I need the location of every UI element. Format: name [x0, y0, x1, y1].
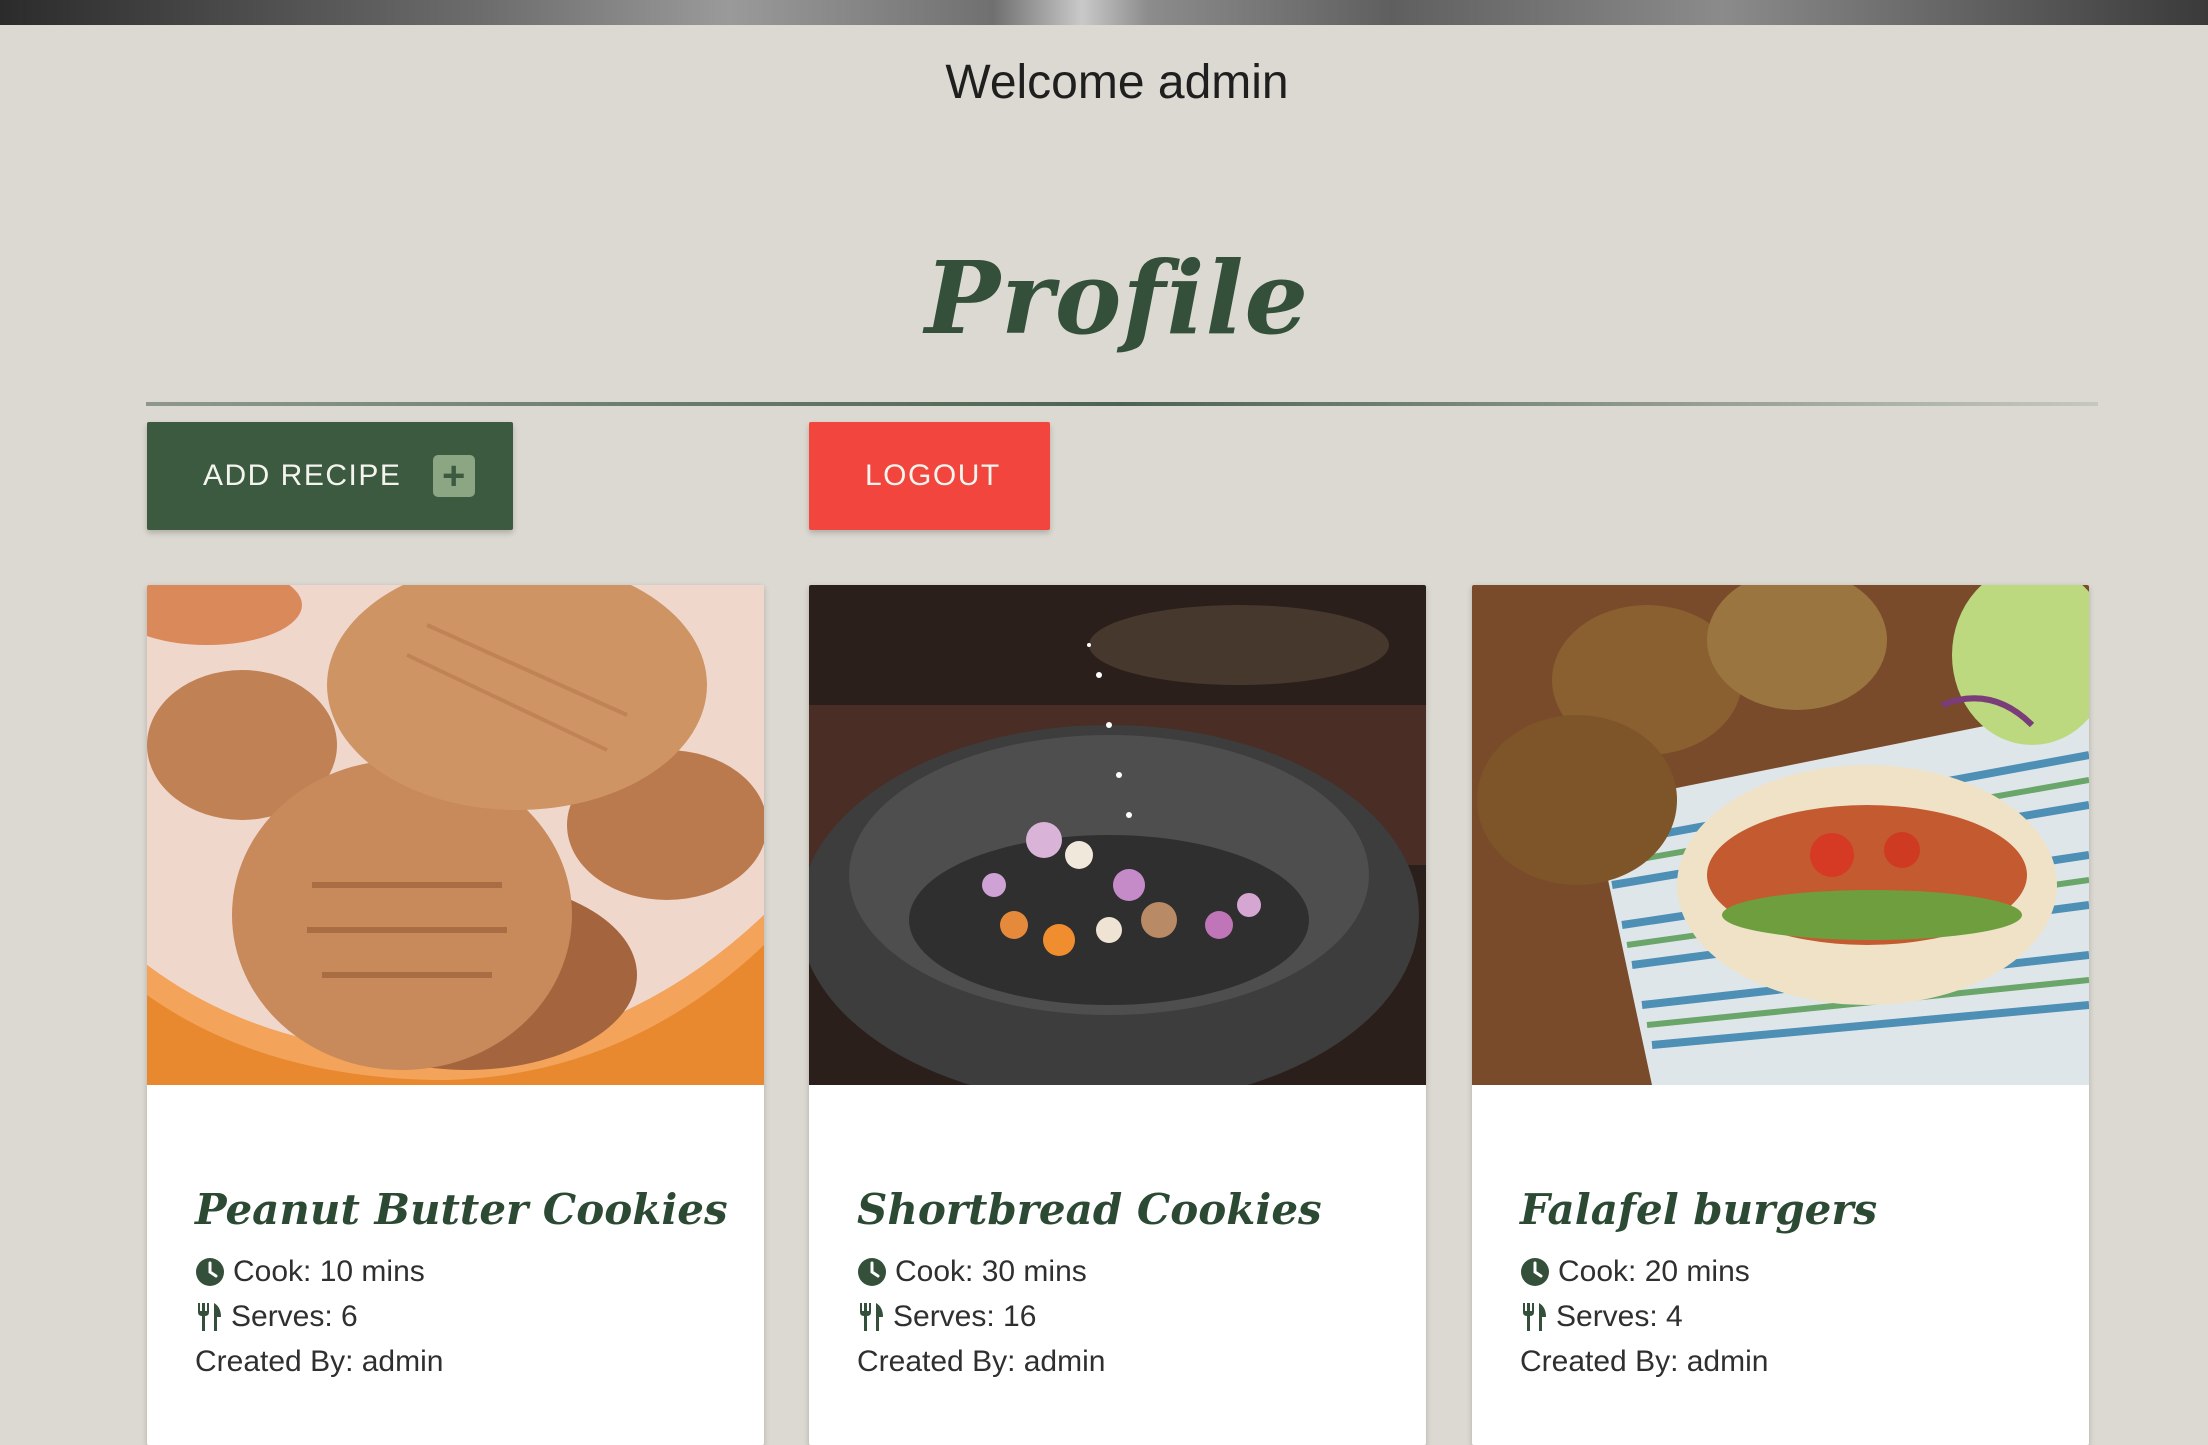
welcome-message: Welcome admin	[945, 56, 1289, 109]
logout-button[interactable]: LOGOUT	[809, 422, 1050, 530]
page-title: Profile	[924, 239, 1310, 357]
clock-icon	[858, 1257, 886, 1286]
clock-icon	[196, 1257, 224, 1286]
add-recipe-button[interactable]: ADD RECIPE +	[147, 422, 513, 530]
cook-time-text: Cook: 10 mins	[233, 1255, 425, 1289]
clock-icon	[1521, 1257, 1549, 1286]
recipe-image[interactable]	[1472, 585, 2089, 1085]
servings-text: Serves: 4	[1556, 1300, 1683, 1334]
servings: Serves: 16	[857, 1294, 1406, 1339]
cook-time: Cook: 10 mins	[195, 1249, 744, 1294]
logout-label: LOGOUT	[865, 459, 1001, 492]
recipe-title[interactable]: Falafel burgers	[1520, 1185, 2069, 1235]
recipe-title[interactable]: Peanut Butter Cookies	[195, 1185, 744, 1235]
cook-time: Cook: 20 mins	[1520, 1249, 2069, 1294]
recipe-card[interactable]: Shortbread Cookies Cook: 30 mins Serves:…	[809, 585, 1426, 1445]
header-banner-image	[0, 0, 2208, 25]
plus-icon: +	[433, 455, 476, 497]
recipe-card[interactable]: Peanut Butter Cookies Cook: 10 mins Serv…	[147, 585, 764, 1445]
created-by: Created By: admin	[195, 1345, 444, 1379]
add-recipe-label: ADD RECIPE	[203, 459, 402, 492]
utensils-icon	[1523, 1302, 1546, 1331]
created-by: Created By: admin	[857, 1345, 1106, 1379]
servings: Serves: 4	[1520, 1294, 2069, 1339]
recipe-image[interactable]	[147, 585, 764, 1085]
servings: Serves: 6	[195, 1294, 744, 1339]
cook-time: Cook: 30 mins	[857, 1249, 1406, 1294]
recipe-card[interactable]: Falafel burgers Cook: 20 mins Serves: 4 …	[1472, 585, 2089, 1445]
utensils-icon	[860, 1302, 883, 1331]
cook-time-text: Cook: 20 mins	[1558, 1255, 1750, 1289]
created-by: Created By: admin	[1520, 1345, 1769, 1379]
recipe-title[interactable]: Shortbread Cookies	[857, 1185, 1406, 1235]
servings-text: Serves: 16	[893, 1300, 1037, 1334]
divider	[146, 402, 2098, 406]
utensils-icon	[198, 1302, 221, 1331]
cook-time-text: Cook: 30 mins	[895, 1255, 1087, 1289]
recipe-image[interactable]	[809, 585, 1426, 1085]
servings-text: Serves: 6	[231, 1300, 358, 1334]
